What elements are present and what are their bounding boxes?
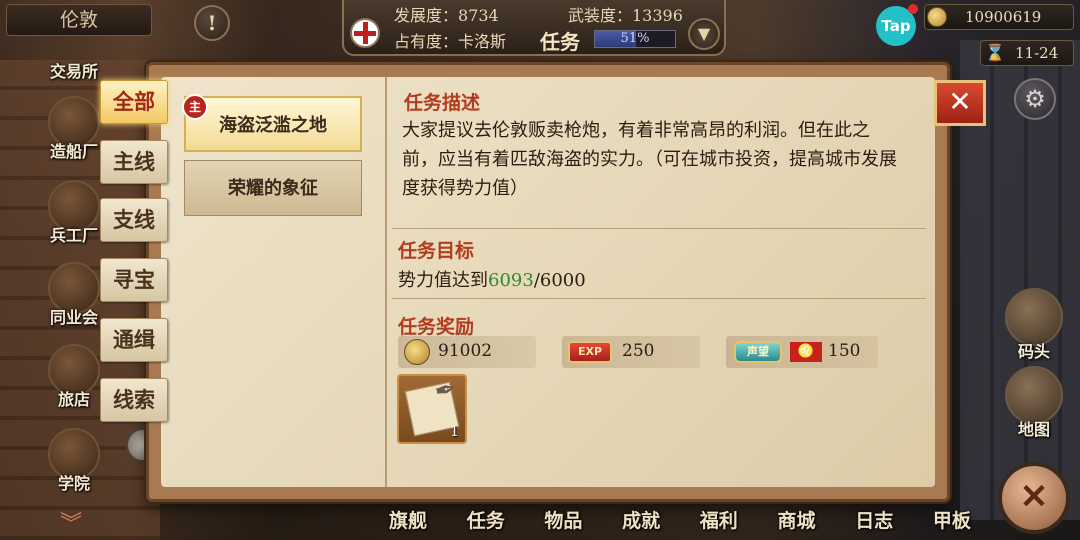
menu-item-label: 学院 [57,474,90,493]
gear-icon[interactable]: ⚙ [1014,78,1056,120]
nav-log[interactable]: 日志 [836,506,912,540]
occupation-stat: 占有度：卡洛斯 [394,32,507,51]
tab-all[interactable]: 全部 [100,80,168,124]
reward-heading: 任务奖励 [398,316,475,338]
menu-item-exchange[interactable]: 交易所 [36,58,112,82]
reward-exp: EXP 250 [562,336,700,368]
england-flag-icon [350,18,380,48]
expand-menu-icon[interactable]: ︾ [60,506,82,538]
lion-flag-icon: ♌ [790,342,822,362]
quest-tracker-label: 任务 [540,30,580,54]
reward-item-count: 1 [450,424,459,440]
gold-counter: 10900619 [924,4,1074,30]
nav-quests[interactable]: 任务 [448,506,524,540]
section-divider [392,298,926,299]
tab-clues[interactable]: 线索 [100,378,168,422]
panel-divider [385,77,387,487]
goal-text: 势力值达到6093/6000 [398,266,586,292]
gold-value: 10900619 [965,8,1042,26]
quest-item-glory[interactable]: 荣耀的象征 [184,160,362,216]
tab-wanted[interactable]: 通缉 [100,318,168,362]
reward-fame-value: 150 [828,341,861,361]
goal-prefix: 势力值达到 [398,270,488,291]
main-quest-badge: 主 [182,94,208,120]
nav-achievements[interactable]: 成就 [603,506,679,540]
chevron-down-icon[interactable]: ▼ [688,18,720,50]
close-menu-icon[interactable]: ✕ [998,462,1070,534]
goal-current: 6093 [488,270,534,291]
goal-target: /6000 [533,270,586,291]
menu-item-label: 交易所 [49,62,98,81]
fame-icon: 声望 [734,341,782,363]
nav-deck[interactable]: 甲板 [914,506,990,540]
section-divider [392,228,926,229]
hourglass-icon: ⌛ [985,43,1005,62]
tab-main[interactable]: 主线 [100,140,168,184]
quest-item-pirates[interactable]: 主 海盗泛滥之地 [182,94,362,152]
alert-icon[interactable]: ! [194,5,230,41]
date-counter: ⌛ 11-24 [980,40,1074,66]
reward-item-card[interactable]: 1 [397,374,467,444]
reward-exp-value: 250 [622,341,655,361]
nav-shop[interactable]: 商城 [759,506,835,540]
quest-progress-bar: 51% [594,30,676,48]
menu-item-dock[interactable]: 码头 [1002,288,1066,362]
top-bar: 伦敦 ! 发展度：8734 武装度：13396 占有度：卡洛斯 任务 51% ▼… [0,0,1080,66]
date-value: 11-24 [1015,44,1059,62]
armament-stat: 武装度：13396 [568,6,683,25]
tab-side[interactable]: 支线 [100,198,168,242]
exp-icon: EXP [568,341,612,363]
quest-item-label: 荣耀的象征 [228,178,318,199]
nav-welfare[interactable]: 福利 [681,506,757,540]
quest-item-label: 海盗泛滥之地 [219,115,327,136]
quest-progress-text: 51% [620,31,650,46]
reward-gold-value: 91002 [438,341,493,361]
development-stat: 发展度：8734 [394,6,499,25]
menu-item-map[interactable]: 地图 [1002,366,1066,440]
menu-item-label: 码头 [1017,342,1050,361]
notification-dot [908,4,918,14]
gold-coin-icon [927,7,947,27]
nav-items[interactable]: 物品 [525,506,601,540]
tab-treasure[interactable]: 寻宝 [100,258,168,302]
city-stats-panel[interactable]: 发展度：8734 武装度：13396 占有度：卡洛斯 任务 51% ▼ [342,0,726,56]
nav-flagship[interactable]: 旗舰 [370,506,446,540]
menu-item-label: 地图 [1017,420,1050,439]
bottom-nav: 旗舰 任务 物品 成就 福利 商城 日志 甲板 [370,506,990,540]
reward-fame: 声望 ♌ 150 [726,336,878,368]
gold-coin-icon [404,339,430,365]
city-name: 伦敦 [6,4,152,36]
menu-item-academy[interactable]: 学院 [36,428,112,494]
goal-heading: 任务目标 [398,240,475,262]
description-heading: 任务描述 [404,92,481,114]
description-text: 大家提议去伦敦贩卖枪炮，有着非常高昂的利润。但在此之前，应当有着匹敌海盗的实力。… [402,120,897,199]
close-icon[interactable]: ✕ [934,80,986,126]
reward-gold: 91002 [398,336,536,368]
